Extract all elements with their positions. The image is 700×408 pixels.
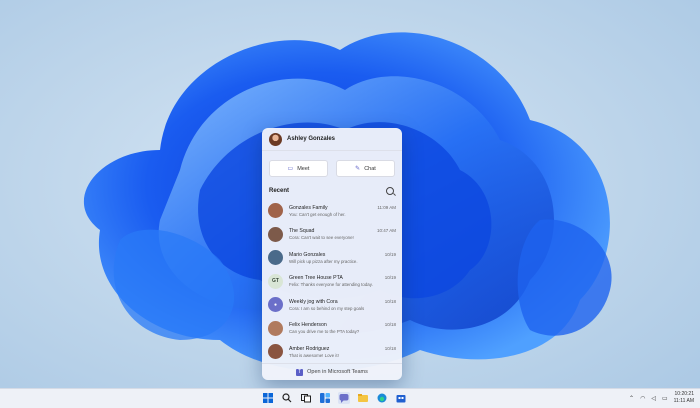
avatar [268,226,283,242]
file-explorer-icon[interactable] [357,392,369,404]
open-in-teams-link[interactable]: T Open in Microsoft Teams [262,363,402,380]
teams-chat-flyout: Ashley Gonzales ▭ Meet ✎ Chat Recent Gon… [262,128,402,380]
chat-preview: You: Can't get enough of her. [289,211,346,217]
footer-label: Open in Microsoft Teams [307,369,368,375]
avatar [268,344,283,360]
clock-time: 10:20:21 [674,391,694,397]
chat-time: 10/18 [384,298,396,304]
chat-preview: Can you drive me to the PTA today? [289,329,360,335]
clock[interactable]: 10:20:21 11:11 AM [674,391,694,405]
battery-icon[interactable]: ▭ [662,395,668,402]
chat-time: 10/18 [384,345,396,351]
list-item[interactable]: ● Weekly jog with Cora 10/18 Cora: I am so… [262,293,402,317]
compose-icon: ✎ [355,166,361,172]
taskbar: ⌃ ◠ ◁ ▭ 10:20:21 11:11 AM [0,388,700,408]
recent-label: Recent [269,188,290,194]
taskbar-icons [262,392,407,404]
chat-preview: Felix: Thanks everyone for attending tod… [289,282,373,288]
video-camera-icon: ▭ [287,166,294,172]
chat-button[interactable]: ✎ Chat [336,160,395,177]
chat-time: 10/19 [384,251,396,257]
clock-date: 11:11 AM [673,398,694,404]
avatar [268,203,283,219]
store-icon[interactable] [395,392,407,404]
system-tray: ⌃ ◠ ◁ ▭ 10:20:21 11:11 AM [629,391,694,405]
chat-name: Weekly jog with Cora [289,298,338,305]
chat-name: Mario Gonzales [289,251,326,258]
avatar [268,320,283,336]
chat-list: Gonzales Family 11:09 AM You: Can't get en… [262,199,402,364]
task-view-icon[interactable] [300,392,312,404]
list-item[interactable]: GT Green Tree House PTA 10/19 Felix: Thank… [262,270,402,294]
chat-name: The Squad [289,228,315,235]
action-buttons: ▭ Meet ✎ Chat [262,151,402,177]
edge-icon[interactable] [376,392,388,404]
list-item[interactable]: Gonzales Family 11:09 AM You: Can't get en… [262,199,402,223]
chat-name: Green Tree House PTA [289,275,343,282]
avatar: ● [268,297,283,313]
chat-time: 10/18 [384,322,396,328]
avatar [268,250,283,266]
chat-label: Chat [364,165,376,172]
chevron-up-icon[interactable]: ⌃ [629,395,634,402]
chat-preview: Cora: Can't wait to see everyone! [289,235,354,241]
teams-icon: T [296,368,304,376]
list-item[interactable]: Felix Henderson 10/18 Can you drive me to … [262,317,402,341]
avatar: GT [268,273,283,289]
chat-icon[interactable] [338,392,350,404]
list-item[interactable]: The Squad 10:47 AM Cora: Can't wait to see… [262,223,402,247]
flyout-header: Ashley Gonzales [262,128,402,151]
chat-time: 11:09 AM [377,204,396,210]
search-icon[interactable] [386,187,394,195]
chat-name: Gonzales Family [289,204,328,211]
chat-time: 10/19 [384,275,396,281]
chat-name: Felix Henderson [289,322,327,329]
meet-label: Meet [297,165,310,172]
widgets-icon[interactable] [319,392,331,404]
avatar[interactable] [269,132,282,146]
wifi-icon[interactable]: ◠ [640,395,645,402]
user-name: Ashley Gonzales [287,136,336,142]
chat-time: 10:47 AM [376,228,396,234]
chat-preview: Will pick up pizza after my practice. [289,258,358,264]
search-icon[interactable] [281,392,293,404]
volume-icon[interactable]: ◁ [651,395,656,402]
list-item[interactable]: Mario Gonzales 10/19 Will pick up pizza af… [262,246,402,270]
chat-preview: That is awesome! Love it! [289,352,339,358]
chat-preview: Cora: I am so behind on my step goals [289,305,365,311]
windows-icon[interactable] [262,392,274,404]
recent-header: Recent [262,177,402,199]
meet-button[interactable]: ▭ Meet [269,160,328,177]
list-item[interactable]: Amber Rodriguez 10/18 That is awesome! Lov… [262,340,402,364]
chat-name: Amber Rodriguez [289,345,330,352]
